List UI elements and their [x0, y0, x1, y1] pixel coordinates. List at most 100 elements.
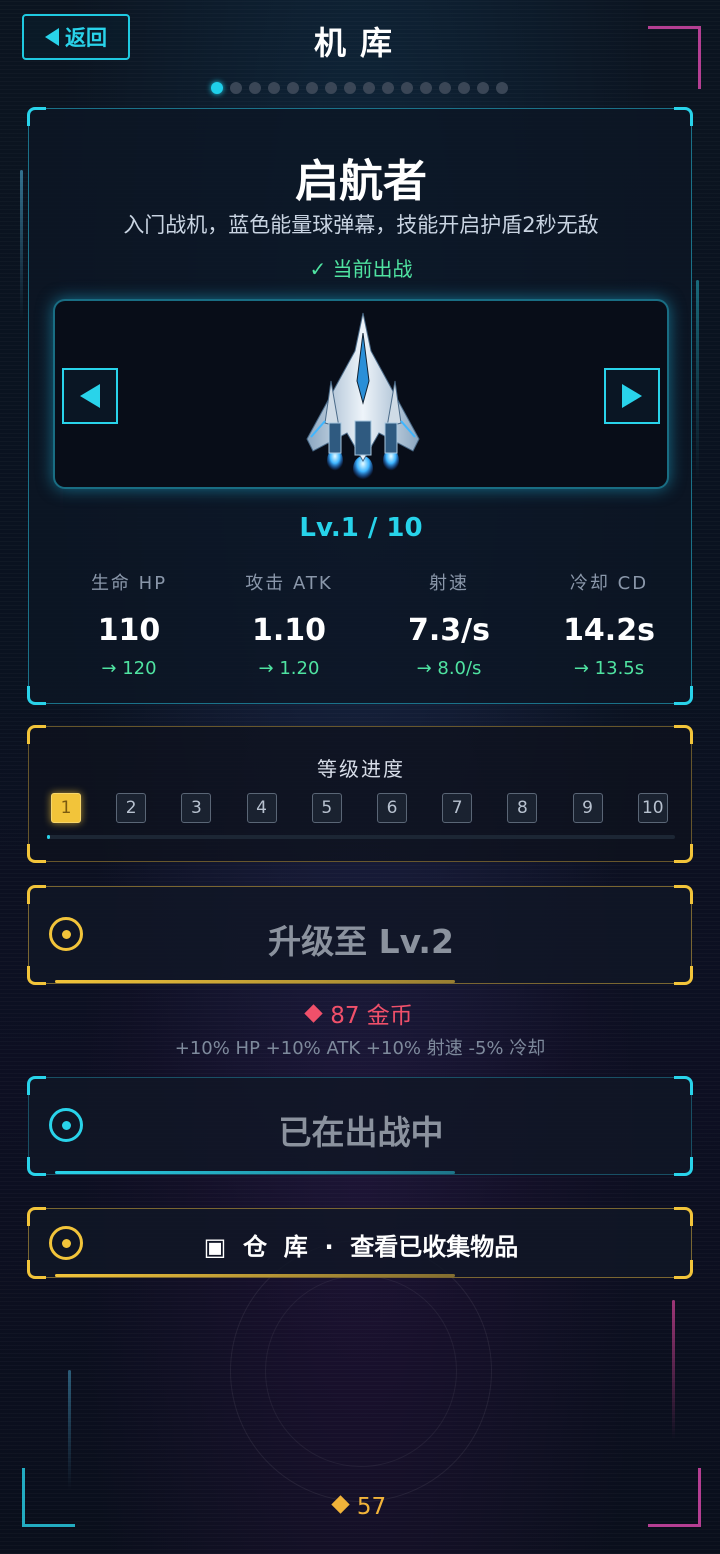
level-progress-card: 等级进度 1 2 3 4 5 6 7 8 9 10 [27, 725, 693, 863]
pager-dot[interactable] [325, 82, 337, 94]
stat-label: 攻击 ATK [245, 573, 333, 594]
stat-next: → 13.5s [573, 658, 645, 679]
prev-ship-button[interactable] [62, 368, 118, 424]
pager-dot[interactable] [401, 82, 413, 94]
ship-card: 启航者 入门战机，蓝色能量球弹幕，技能开启护盾2秒无敌 ✓ 当前出战 Lv.1 … [27, 107, 693, 705]
pager-dot[interactable] [211, 82, 223, 94]
pager-dot[interactable] [230, 82, 242, 94]
stat-value: 14.2s [563, 613, 655, 648]
stat-value: 1.10 [251, 613, 327, 648]
corner-ornament [27, 1207, 46, 1226]
progress-title: 等级进度 [317, 757, 405, 781]
next-ship-button[interactable] [604, 368, 660, 424]
upgrade-bonus: +10% HP +10% ATK +10% 射速 -5% 冷却 [174, 1038, 546, 1059]
deploy-label: 已在出战中 [278, 1113, 444, 1152]
arrow-right-icon [622, 384, 642, 408]
corner-ornament [674, 885, 693, 904]
level-step: 3 [181, 793, 212, 823]
corner-ornament [27, 1157, 46, 1176]
stat-next: → 8.0/s [416, 658, 482, 679]
level-step: 5 [311, 793, 342, 823]
gem-icon [304, 1004, 323, 1023]
upgrade-button[interactable]: 升级至 Lv.2 [27, 885, 693, 985]
pager-dot[interactable] [496, 82, 508, 94]
corner-ornament [27, 966, 46, 985]
corner-ornament [27, 1260, 46, 1279]
level-step: 7 [442, 793, 473, 823]
stats-row: 生命 HP 110 → 120 攻击 ATK 1.10 → 1.20 射速 7.… [29, 569, 693, 679]
pager-dot[interactable] [268, 82, 280, 94]
radar-circle [265, 1275, 457, 1467]
ship-name: 启航者 [295, 156, 427, 207]
level-step: 6 [377, 793, 407, 823]
pager-dot[interactable] [420, 82, 432, 94]
pager-dot[interactable] [382, 82, 394, 94]
button-underline [55, 980, 455, 983]
level-step: 9 [572, 793, 603, 823]
level-step: 8 [507, 793, 538, 823]
level-step: 1 [51, 793, 81, 823]
arrow-left-icon [80, 384, 100, 408]
corner-ornament [27, 844, 46, 863]
neon-bar [672, 1300, 675, 1440]
warehouse-button[interactable]: ▣ 仓 库 · 查看已收集物品 [27, 1207, 693, 1279]
ship-status: ✓ 当前出战 [309, 257, 413, 281]
corner-ornament [674, 844, 693, 863]
corner-ornament [674, 966, 693, 985]
pager-dot[interactable] [287, 82, 299, 94]
pager-dot[interactable] [439, 82, 451, 94]
corner-ornament [674, 1157, 693, 1176]
corner-ornament [674, 1076, 693, 1095]
stat-value: 110 [97, 613, 161, 648]
pager-dot[interactable] [363, 82, 375, 94]
pager-dot[interactable] [249, 82, 261, 94]
corner-ornament [674, 725, 693, 744]
corner-ornament [27, 1076, 46, 1095]
button-underline [55, 1274, 455, 1277]
corner-ornament [27, 885, 46, 904]
coin-balance: 57 [0, 1494, 720, 1520]
pager-dot[interactable] [458, 82, 470, 94]
stat-hp: 生命 HP 110 → 120 [49, 569, 209, 679]
level-step: 4 [246, 793, 277, 823]
neon-bar [696, 280, 699, 480]
jet-fighter-icon [306, 312, 420, 482]
coin-count: 57 [356, 1494, 387, 1520]
ship-level: Lv.1 / 10 [299, 513, 423, 543]
level-step: 10 [637, 793, 668, 823]
corner-ornament [674, 1260, 693, 1279]
stat-atk: 攻击 ATK 1.10 → 1.20 [209, 569, 369, 679]
stat-label: 生命 HP [90, 573, 168, 594]
coin-icon [331, 1495, 350, 1514]
button-underline [55, 1171, 455, 1174]
stat-cooldown: 冷却 CD 14.2s → 13.5s [529, 569, 689, 679]
upgrade-cost-text: 87 金币 [330, 1003, 413, 1029]
deploy-button[interactable]: 已在出战中 [27, 1076, 693, 1176]
stat-label: 射速 [429, 573, 469, 594]
ship-description: 入门战机，蓝色能量球弹幕，技能开启护盾2秒无敌 [123, 213, 599, 237]
stat-fire-rate: 射速 7.3/s → 8.0/s [369, 569, 529, 679]
pager-dot[interactable] [306, 82, 318, 94]
progress-track [47, 835, 675, 839]
corner-ornament [674, 107, 693, 126]
pager-dots [211, 82, 508, 94]
corner-ornament [27, 107, 46, 126]
pager-dot[interactable] [477, 82, 489, 94]
ship-viewer [53, 299, 669, 489]
corner-ornament [674, 686, 693, 705]
stat-next: → 120 [101, 658, 157, 679]
page-title: 机库 [313, 24, 406, 62]
upgrade-label: 升级至 Lv.2 [268, 922, 454, 961]
pager-dot[interactable] [344, 82, 356, 94]
stat-label: 冷却 CD [569, 573, 649, 594]
corner-ornament [27, 686, 46, 705]
stat-next: → 1.20 [258, 658, 320, 679]
neon-bar [20, 170, 23, 320]
warehouse-label: ▣ 仓 库 · 查看已收集物品 [203, 1233, 519, 1261]
corner-ornament [674, 1207, 693, 1226]
stat-value: 7.3/s [408, 613, 490, 648]
corner-ornament [27, 725, 46, 744]
upgrade-cost: 87 金币 [0, 996, 720, 1030]
progress-fill [47, 835, 50, 839]
level-step: 2 [116, 793, 147, 823]
